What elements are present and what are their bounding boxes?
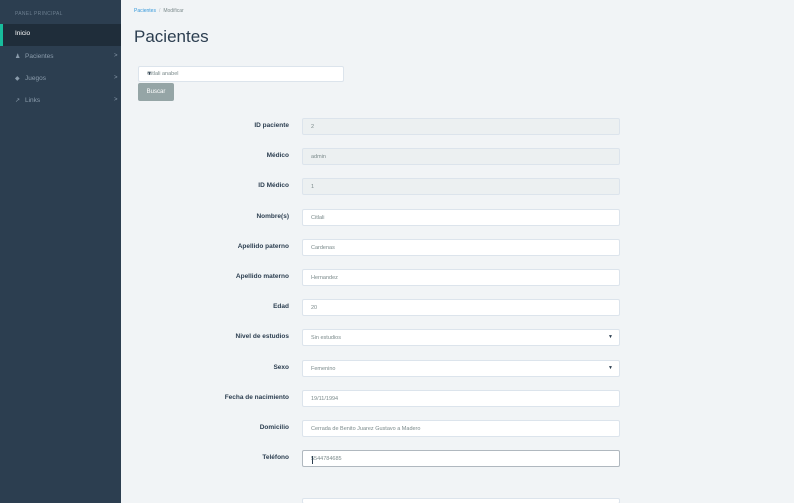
form-row: Sexo Femenino ▼	[121, 360, 794, 378]
field-label: Nivel de estudios	[235, 333, 289, 340]
chevron-right-icon: >	[114, 97, 118, 103]
field-label: Apellido materno	[235, 273, 289, 280]
field-label: Nombre(s)	[256, 213, 289, 220]
text-field[interactable]: Cerrada de Benito Juarez Gustavo a Mader…	[302, 420, 620, 437]
external-link-icon: ↗	[15, 98, 21, 104]
field-value: 1	[311, 184, 315, 190]
field-label: Médico	[266, 152, 289, 159]
sidebar-item-inicio[interactable]: Inicio	[0, 24, 121, 46]
field-value: 5544784685	[311, 456, 342, 462]
sidebar-item-pacientes[interactable]: ♟ Pacientes >	[0, 47, 121, 67]
breadcrumb-link-pacientes[interactable]: Pacientes	[134, 8, 156, 14]
search-button[interactable]: Buscar	[138, 83, 174, 101]
text-field[interactable]: 19/11/1994	[302, 390, 620, 407]
field-value: 19/11/1994	[311, 396, 339, 402]
text-field: 2	[302, 118, 620, 135]
field-value: Cerrada de Benito Juarez Gustavo a Mader…	[311, 426, 421, 432]
form-row: ID Médico 1	[121, 178, 794, 196]
field-value: Sin estudios	[311, 335, 341, 341]
dropdown-arrow-icon: ▼	[608, 334, 613, 340]
form-field-partial[interactable]	[302, 498, 620, 503]
sidebar-item-label: Links	[25, 97, 41, 104]
field-label: ID paciente	[254, 122, 289, 129]
sidebar-header: PANEL PRINCIPAL	[15, 11, 63, 17]
dropdown-arrow-icon: ▼	[608, 365, 613, 371]
text-field: 1	[302, 178, 620, 195]
form-row: Nombre(s) Citlali	[121, 209, 794, 227]
field-label: Sexo	[273, 364, 289, 371]
field-value: 20	[311, 305, 318, 311]
sidebar-item-label: Inicio	[15, 30, 31, 37]
chevron-right-icon: >	[114, 53, 118, 59]
text-field: admin	[302, 148, 620, 165]
field-value: 2	[311, 124, 315, 130]
patient-select[interactable]: Citlali anabel ▼	[138, 66, 344, 82]
field-value: admin	[311, 154, 326, 160]
main-content: Pacientes / Modificar Pacientes Citlali an…	[121, 0, 794, 503]
form-row: Apellido materno Hernandez	[121, 269, 794, 287]
text-field[interactable]: 20	[302, 299, 620, 316]
field-value: Femenino	[311, 366, 336, 372]
sidebar-item-juegos[interactable]: ◆ Juegos >	[0, 69, 121, 89]
breadcrumb-current: Modificar	[163, 8, 184, 14]
text-field[interactable]: 5544784685	[302, 450, 620, 467]
text-field[interactable]: Citlali	[302, 209, 620, 226]
dropdown-arrow-icon: ▼	[147, 71, 152, 77]
form-row: Domicilio Cerrada de Benito Juarez Gustav…	[121, 420, 794, 438]
select-field[interactable]: Femenino ▼	[302, 360, 620, 377]
form-row: Nivel de estudios Sin estudios ▼	[121, 329, 794, 347]
user-icon: ♟	[15, 54, 21, 60]
gamepad-icon: ◆	[15, 76, 20, 82]
sidebar-item-label: Pacientes	[25, 53, 54, 60]
field-value: Hernandez	[311, 275, 338, 281]
sidebar: PANEL PRINCIPAL Inicio ♟ Pacientes > ◆ J…	[0, 0, 121, 503]
chevron-right-icon: >	[114, 75, 118, 81]
field-label: Fecha de nacimiento	[224, 394, 289, 401]
form-row: Médico admin	[121, 148, 794, 166]
breadcrumb-separator: /	[158, 8, 161, 14]
field-label: Edad	[273, 303, 289, 310]
field-label: ID Médico	[258, 182, 289, 189]
select-field[interactable]: Sin estudios ▼	[302, 329, 620, 346]
form-row: Fecha de nacimiento 19/11/1994	[121, 390, 794, 408]
field-value: Cardenas	[311, 245, 335, 251]
sidebar-item-label: Juegos	[25, 75, 46, 82]
breadcrumb: Pacientes / Modificar	[134, 8, 184, 14]
form-row: Edad 20	[121, 299, 794, 317]
field-label: Teléfono	[262, 454, 289, 461]
field-label: Apellido paterno	[237, 243, 289, 250]
form-row: ID paciente 2	[121, 118, 794, 136]
form-row: Teléfono 5544784685	[121, 450, 794, 468]
text-cursor	[312, 456, 313, 464]
text-field[interactable]: Hernandez	[302, 269, 620, 286]
field-value: Citlali	[311, 215, 325, 221]
field-label: Domicilio	[259, 424, 289, 431]
form-row: Apellido paterno Cardenas	[121, 239, 794, 257]
sidebar-item-links[interactable]: ↗ Links >	[0, 91, 121, 111]
page-title: Pacientes	[134, 27, 209, 46]
text-field[interactable]: Cardenas	[302, 239, 620, 256]
